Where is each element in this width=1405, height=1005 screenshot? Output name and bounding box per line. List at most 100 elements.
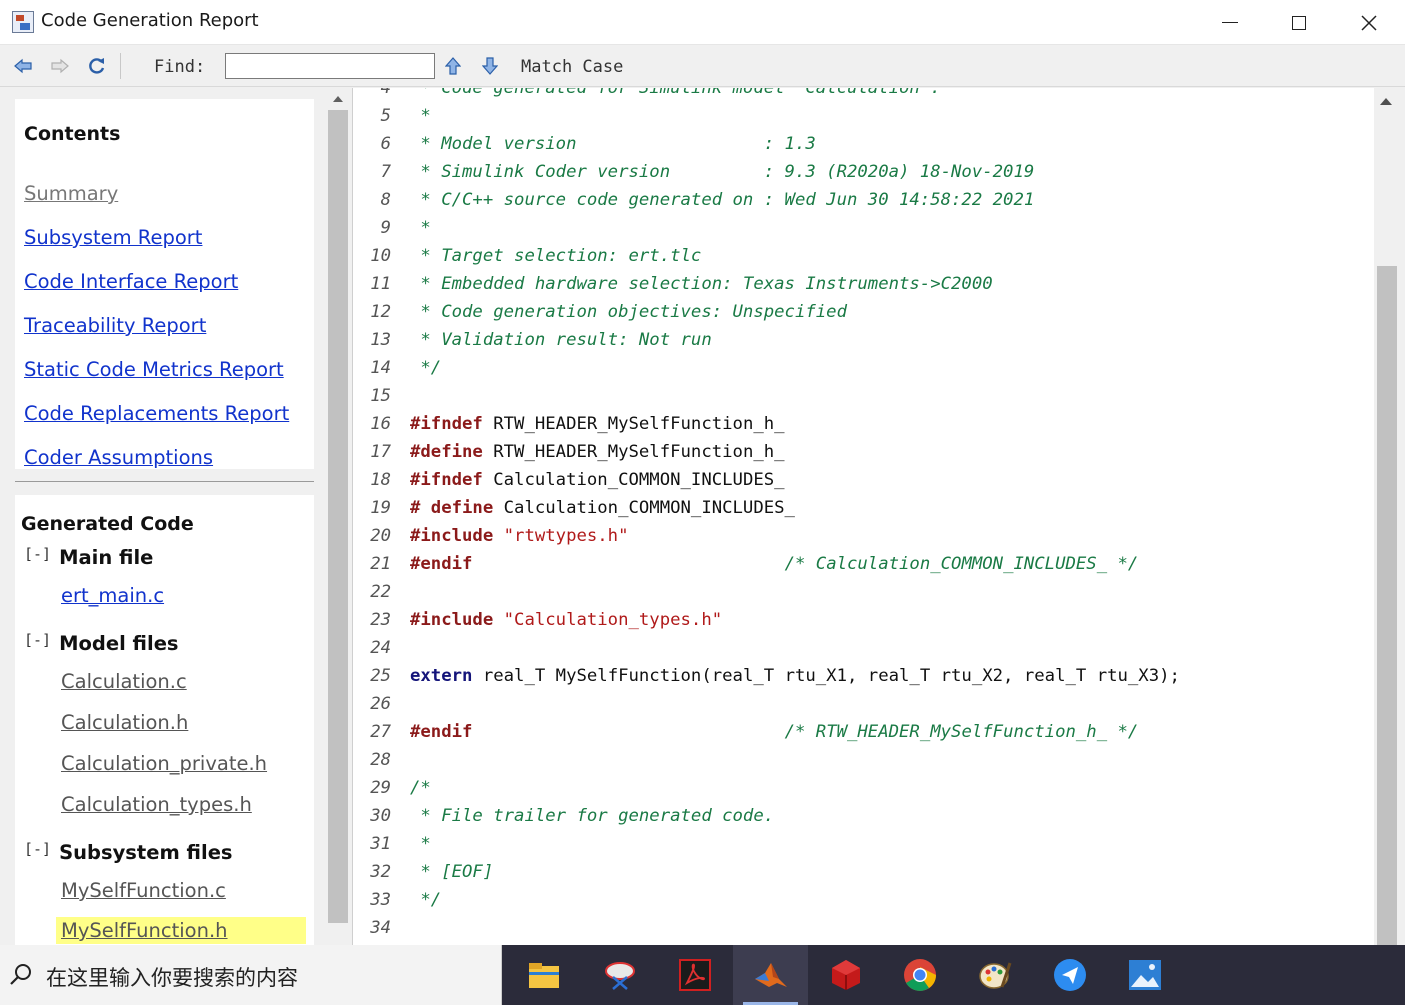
nav-link-code-interface-report[interactable]: Code Interface Report bbox=[24, 270, 238, 293]
file-link-ert-main-c[interactable]: ert_main.c bbox=[61, 584, 164, 607]
group-model-files[interactable]: [-] Model files bbox=[24, 631, 179, 655]
find-input[interactable] bbox=[225, 53, 435, 79]
line-number[interactable]: 19 bbox=[367, 494, 391, 522]
code-keyword: #ifndef bbox=[410, 470, 483, 490]
line-number[interactable]: 14 bbox=[367, 354, 391, 382]
file-link-calculation-c[interactable]: Calculation.c bbox=[61, 670, 187, 693]
code-comment: /* RTW_HEADER_MySelfFunction_h_ */ bbox=[784, 722, 1139, 742]
code-text: * bbox=[410, 830, 431, 858]
code-line: 23 #include "Calculation_types.h" bbox=[353, 606, 1374, 634]
close-button[interactable] bbox=[1334, 0, 1404, 45]
scroll-thumb[interactable] bbox=[1377, 266, 1397, 945]
nav-link-traceability-report[interactable]: Traceability Report bbox=[24, 314, 206, 337]
line-number[interactable]: 29 bbox=[367, 774, 391, 802]
line-number[interactable]: 10 bbox=[367, 242, 391, 270]
taskbar-photos[interactable] bbox=[1107, 945, 1182, 1005]
file-link-calculation-types-h[interactable]: Calculation_types.h bbox=[61, 793, 252, 816]
line-number[interactable]: 27 bbox=[367, 718, 391, 746]
back-button[interactable] bbox=[12, 55, 34, 77]
collapse-toggle[interactable]: [-] bbox=[24, 840, 51, 858]
line-number[interactable]: 9 bbox=[367, 214, 391, 242]
code-comment: * bbox=[410, 834, 431, 854]
taskbar-3d-app[interactable] bbox=[808, 945, 883, 1005]
line-number[interactable]: 30 bbox=[367, 802, 391, 830]
code-text: #ifndef Calculation_COMMON_INCLUDES_ bbox=[410, 466, 785, 494]
taskbar-messenger[interactable] bbox=[1032, 945, 1107, 1005]
file-link-calculation-h[interactable]: Calculation.h bbox=[61, 711, 188, 734]
taskbar-chrome[interactable] bbox=[882, 945, 957, 1005]
line-number[interactable]: 20 bbox=[367, 522, 391, 550]
find-previous-button[interactable] bbox=[442, 55, 464, 77]
code-line: 26 bbox=[353, 690, 1374, 718]
group-main-file[interactable]: [-] Main file bbox=[24, 545, 154, 569]
line-number[interactable]: 24 bbox=[367, 634, 391, 662]
maximize-button[interactable] bbox=[1264, 0, 1334, 45]
code-keyword: #endif bbox=[410, 554, 473, 574]
line-number[interactable]: 15 bbox=[367, 382, 391, 410]
navigation-scrollbar[interactable] bbox=[328, 88, 348, 945]
collapse-toggle[interactable]: [-] bbox=[24, 631, 51, 649]
code-comment: * bbox=[410, 218, 431, 238]
taskbar-pdf-reader[interactable] bbox=[657, 945, 732, 1005]
code-scrollbar[interactable] bbox=[1374, 88, 1405, 945]
line-number[interactable]: 31 bbox=[367, 830, 391, 858]
file-link-myselffunction-h[interactable]: MySelfFunction.h bbox=[56, 917, 306, 944]
scroll-thumb[interactable] bbox=[328, 110, 348, 923]
line-number[interactable]: 22 bbox=[367, 578, 391, 606]
line-number[interactable]: 21 bbox=[367, 550, 391, 578]
line-number[interactable]: 6 bbox=[367, 130, 391, 158]
refresh-button[interactable] bbox=[86, 55, 108, 77]
nav-link-code-replacements-report[interactable]: Code Replacements Report bbox=[24, 402, 289, 425]
line-number[interactable]: 7 bbox=[367, 158, 391, 186]
line-number[interactable]: 34 bbox=[367, 914, 391, 942]
code-token: RTW_HEADER_MySelfFunction_h_ bbox=[482, 442, 785, 462]
line-number[interactable]: 8 bbox=[367, 186, 391, 214]
code-line: 15 bbox=[353, 382, 1374, 410]
back-arrow-icon bbox=[14, 58, 32, 74]
nav-link-subsystem-report[interactable]: Subsystem Report bbox=[24, 226, 202, 249]
line-number[interactable]: 32 bbox=[367, 858, 391, 886]
line-number[interactable]: 23 bbox=[367, 606, 391, 634]
line-number[interactable]: 18 bbox=[367, 466, 391, 494]
collapse-toggle[interactable]: [-] bbox=[24, 545, 51, 563]
code-line: 6 * Model version : 1.3 bbox=[353, 130, 1374, 158]
line-number[interactable]: 33 bbox=[367, 886, 391, 914]
scroll-up-icon[interactable] bbox=[1380, 98, 1392, 105]
nav-link-summary[interactable]: Summary bbox=[24, 182, 118, 205]
scroll-up-icon[interactable] bbox=[333, 96, 343, 102]
taskbar-snipping-tool[interactable] bbox=[582, 945, 657, 1005]
file-link-calculation-private-h[interactable]: Calculation_private.h bbox=[61, 752, 267, 775]
taskbar-file-explorer[interactable] bbox=[506, 945, 581, 1005]
code-comment: * Embedded hardware selection: Texas Ins… bbox=[410, 274, 993, 294]
line-number[interactable]: 5 bbox=[367, 102, 391, 130]
line-number[interactable]: 11 bbox=[367, 270, 391, 298]
line-number[interactable]: 13 bbox=[367, 326, 391, 354]
nav-link-coder-assumptions[interactable]: Coder Assumptions bbox=[24, 446, 213, 469]
line-number[interactable]: 4 bbox=[367, 88, 391, 102]
minimize-button[interactable] bbox=[1195, 0, 1265, 45]
code-line: 21 #endif /* Calculation_COMMON_INCLUDES_… bbox=[353, 550, 1374, 578]
code-text: #include "rtwtypes.h" bbox=[410, 522, 629, 550]
line-number[interactable]: 12 bbox=[367, 298, 391, 326]
pdf-reader-icon bbox=[678, 959, 711, 991]
arrow-up-icon bbox=[445, 57, 461, 75]
line-number[interactable]: 16 bbox=[367, 410, 391, 438]
match-case-toggle[interactable]: Match Case bbox=[521, 57, 623, 77]
nav-link-static-code-metrics-report[interactable]: Static Code Metrics Report bbox=[24, 358, 284, 381]
group-label: Main file bbox=[59, 546, 154, 569]
code-token: Calculation_COMMON_INCLUDES_ bbox=[482, 470, 785, 490]
line-number[interactable]: 17 bbox=[367, 438, 391, 466]
group-subsystem-files[interactable]: [-] Subsystem files bbox=[24, 840, 233, 864]
title-bar: Code Generation Report bbox=[0, 0, 1405, 45]
forward-button[interactable] bbox=[49, 55, 71, 77]
taskbar-paint[interactable] bbox=[957, 945, 1032, 1005]
taskbar-matlab[interactable] bbox=[733, 945, 808, 1005]
file-link-myselffunction-c[interactable]: MySelfFunction.c bbox=[61, 879, 226, 902]
group-label: Model files bbox=[59, 632, 179, 655]
code-text: #endif /* Calculation_COMMON_INCLUDES_ *… bbox=[410, 550, 1138, 578]
line-number[interactable]: 25 bbox=[367, 662, 391, 690]
line-number[interactable]: 28 bbox=[367, 746, 391, 774]
line-number[interactable]: 26 bbox=[367, 690, 391, 718]
find-next-button[interactable] bbox=[479, 55, 501, 77]
taskbar-search-box[interactable]: 在这里输入你要搜索的内容 bbox=[0, 945, 502, 1005]
